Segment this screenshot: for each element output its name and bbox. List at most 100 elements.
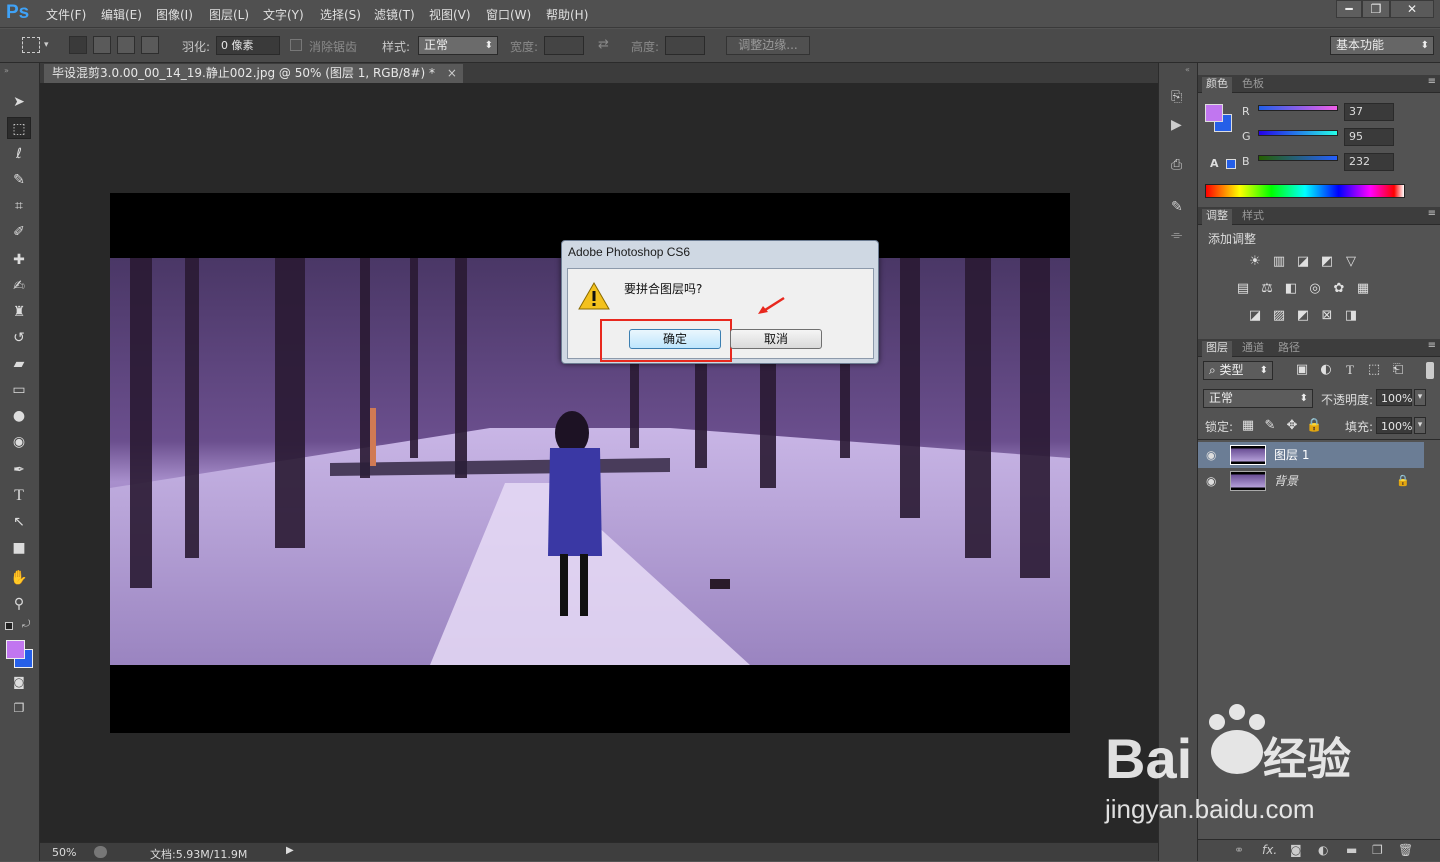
color-balance-icon[interactable]: ⚖ xyxy=(1259,282,1275,296)
width-input[interactable] xyxy=(544,36,584,55)
menu-type[interactable]: 文字(Y) xyxy=(263,6,304,23)
fill-input[interactable]: 100% xyxy=(1376,417,1412,434)
g-value[interactable]: 95 xyxy=(1344,128,1394,146)
refine-edge-button[interactable]: 调整边缘... xyxy=(726,36,810,55)
panel-menu-icon[interactable]: ≡ xyxy=(1428,208,1436,219)
cancel-button[interactable]: 取消 xyxy=(730,329,822,349)
r-slider[interactable] xyxy=(1258,105,1338,111)
visibility-eye-icon[interactable]: ◉ xyxy=(1206,442,1216,468)
panel-menu-icon[interactable]: ≡ xyxy=(1428,76,1436,87)
hue-saturation-icon[interactable]: ▤ xyxy=(1235,282,1251,296)
chevron-down-icon[interactable]: ▾ xyxy=(44,40,49,50)
tab-channels[interactable]: 通道 xyxy=(1238,341,1268,357)
lock-transparent-icon[interactable]: ▦ xyxy=(1240,419,1256,433)
feather-input[interactable]: 0 像素 xyxy=(216,36,280,55)
healing-brush-tool-icon[interactable]: ✚ xyxy=(7,249,31,271)
link-layers-icon[interactable]: ⚭ xyxy=(1234,843,1244,857)
menu-help[interactable]: 帮助(H) xyxy=(546,6,588,23)
lasso-tool-icon[interactable]: ℓ xyxy=(7,143,31,165)
pen-tool-icon[interactable]: ✒ xyxy=(7,459,31,481)
rectangle-tool-icon[interactable]: ■ xyxy=(7,537,31,559)
fx-icon[interactable]: fx. xyxy=(1262,843,1277,857)
pixel-filter-icon[interactable]: ▣ xyxy=(1294,363,1310,377)
dodge-tool-icon[interactable]: ◉ xyxy=(7,431,31,453)
smart-object-filter-icon[interactable]: ⎗ xyxy=(1390,363,1406,377)
tab-paths[interactable]: 路径 xyxy=(1274,341,1304,357)
b-slider[interactable] xyxy=(1258,155,1338,161)
marquee-preset-icon[interactable] xyxy=(22,37,40,53)
web-safe-icon[interactable] xyxy=(1226,159,1236,169)
layer-filter-select[interactable]: ⌕ 类型 xyxy=(1203,361,1273,380)
foreground-color-swatch[interactable] xyxy=(6,640,25,659)
swap-icon[interactable]: ⇄ xyxy=(598,37,609,52)
intersect-selection-icon[interactable] xyxy=(141,36,159,54)
lock-image-icon[interactable]: ✎ xyxy=(1262,419,1278,433)
tab-adjustments[interactable]: 调整 xyxy=(1202,209,1232,225)
type-tool-icon[interactable]: T xyxy=(7,485,31,507)
type-filter-icon[interactable]: T xyxy=(1342,363,1358,377)
menu-window[interactable]: 窗口(W) xyxy=(486,6,531,23)
expand-icon[interactable]: « xyxy=(1185,65,1190,74)
swap-colors-icon[interactable]: ⤾ xyxy=(22,619,30,630)
blur-tool-icon[interactable]: ● xyxy=(7,405,31,427)
collapse-icon[interactable]: » xyxy=(4,66,9,75)
b-value[interactable]: 232 xyxy=(1344,153,1394,171)
tab-styles[interactable]: 样式 xyxy=(1238,209,1268,225)
actions-play-icon[interactable]: ▶ xyxy=(1171,117,1182,133)
opacity-arrow-icon[interactable]: ▾ xyxy=(1414,389,1426,406)
status-menu-arrow-icon[interactable]: ▶ xyxy=(286,845,294,856)
invert-icon[interactable]: ◪ xyxy=(1247,309,1263,323)
exposure-icon[interactable]: ◩ xyxy=(1319,255,1335,269)
threshold-icon[interactable]: ◩ xyxy=(1295,309,1311,323)
new-group-icon[interactable]: ▬ xyxy=(1346,843,1357,857)
black-white-icon[interactable]: ◧ xyxy=(1283,282,1299,296)
fill-arrow-icon[interactable]: ▾ xyxy=(1414,417,1426,434)
style-select[interactable]: 正常 xyxy=(418,36,498,55)
menu-view[interactable]: 视图(V) xyxy=(429,6,471,23)
brush-panel-icon[interactable]: ⌯ xyxy=(1171,227,1182,243)
gradient-map-icon[interactable]: ◨ xyxy=(1343,309,1359,323)
menu-select[interactable]: 选择(S) xyxy=(320,6,361,23)
tab-swatches[interactable]: 色板 xyxy=(1238,77,1268,93)
path-select-tool-icon[interactable]: ↖ xyxy=(7,511,31,533)
clone-stamp-tool-icon[interactable]: ♜ xyxy=(7,301,31,323)
new-layer-icon[interactable]: ❐ xyxy=(1372,843,1383,857)
add-mask-icon[interactable]: ◙ xyxy=(1290,843,1302,857)
layer-name[interactable]: 背景 xyxy=(1274,468,1298,494)
ok-button[interactable]: 确定 xyxy=(629,329,721,349)
restore-button[interactable]: ❐ xyxy=(1362,0,1390,18)
menu-image[interactable]: 图像(I) xyxy=(156,6,193,23)
layer-row[interactable]: ◉ 图层 1 xyxy=(1198,442,1424,468)
history-icon[interactable]: ⎘ xyxy=(1171,89,1182,105)
shape-filter-icon[interactable]: ⬚ xyxy=(1366,363,1382,377)
g-slider[interactable] xyxy=(1258,130,1338,136)
default-colors-icon[interactable] xyxy=(5,622,13,630)
height-input[interactable] xyxy=(665,36,705,55)
quick-select-tool-icon[interactable]: ✎ xyxy=(7,169,31,191)
crop-tool-icon[interactable]: ⌗ xyxy=(7,195,31,217)
eraser-tool-icon[interactable]: ▰ xyxy=(7,353,31,375)
close-window-button[interactable]: ✕ xyxy=(1390,0,1434,18)
panel-menu-icon[interactable]: ≡ xyxy=(1428,340,1436,351)
info-panel-icon[interactable]: ⎙ xyxy=(1171,157,1182,173)
zoom-tool-icon[interactable]: ⚲ xyxy=(7,593,31,615)
close-tab-icon[interactable]: × xyxy=(447,66,457,80)
new-selection-icon[interactable] xyxy=(69,36,87,54)
brush-tool-icon[interactable]: ✍ xyxy=(7,275,31,297)
posterize-icon[interactable]: ▨ xyxy=(1271,309,1287,323)
vibrance-icon[interactable]: ▽ xyxy=(1343,255,1359,269)
gradient-tool-icon[interactable]: ▭ xyxy=(7,379,31,401)
curves-icon[interactable]: ◪ xyxy=(1295,255,1311,269)
screen-mode-icon[interactable]: ❐ xyxy=(7,697,31,719)
menu-filter[interactable]: 滤镜(T) xyxy=(374,6,415,23)
color-ramp[interactable] xyxy=(1205,184,1405,198)
color-lookup-icon[interactable]: ▦ xyxy=(1355,282,1371,296)
minimize-button[interactable]: ━ xyxy=(1336,0,1362,18)
menu-layer[interactable]: 图层(L) xyxy=(209,6,249,23)
brightness-icon[interactable]: ☀ xyxy=(1247,255,1263,269)
tab-color[interactable]: 颜色 xyxy=(1202,77,1232,93)
workspace-select[interactable]: 基本功能 xyxy=(1330,36,1434,55)
layer-name[interactable]: 图层 1 xyxy=(1274,442,1309,468)
menu-file[interactable]: 文件(F) xyxy=(46,6,86,23)
channel-mixer-icon[interactable]: ✿ xyxy=(1331,282,1347,296)
